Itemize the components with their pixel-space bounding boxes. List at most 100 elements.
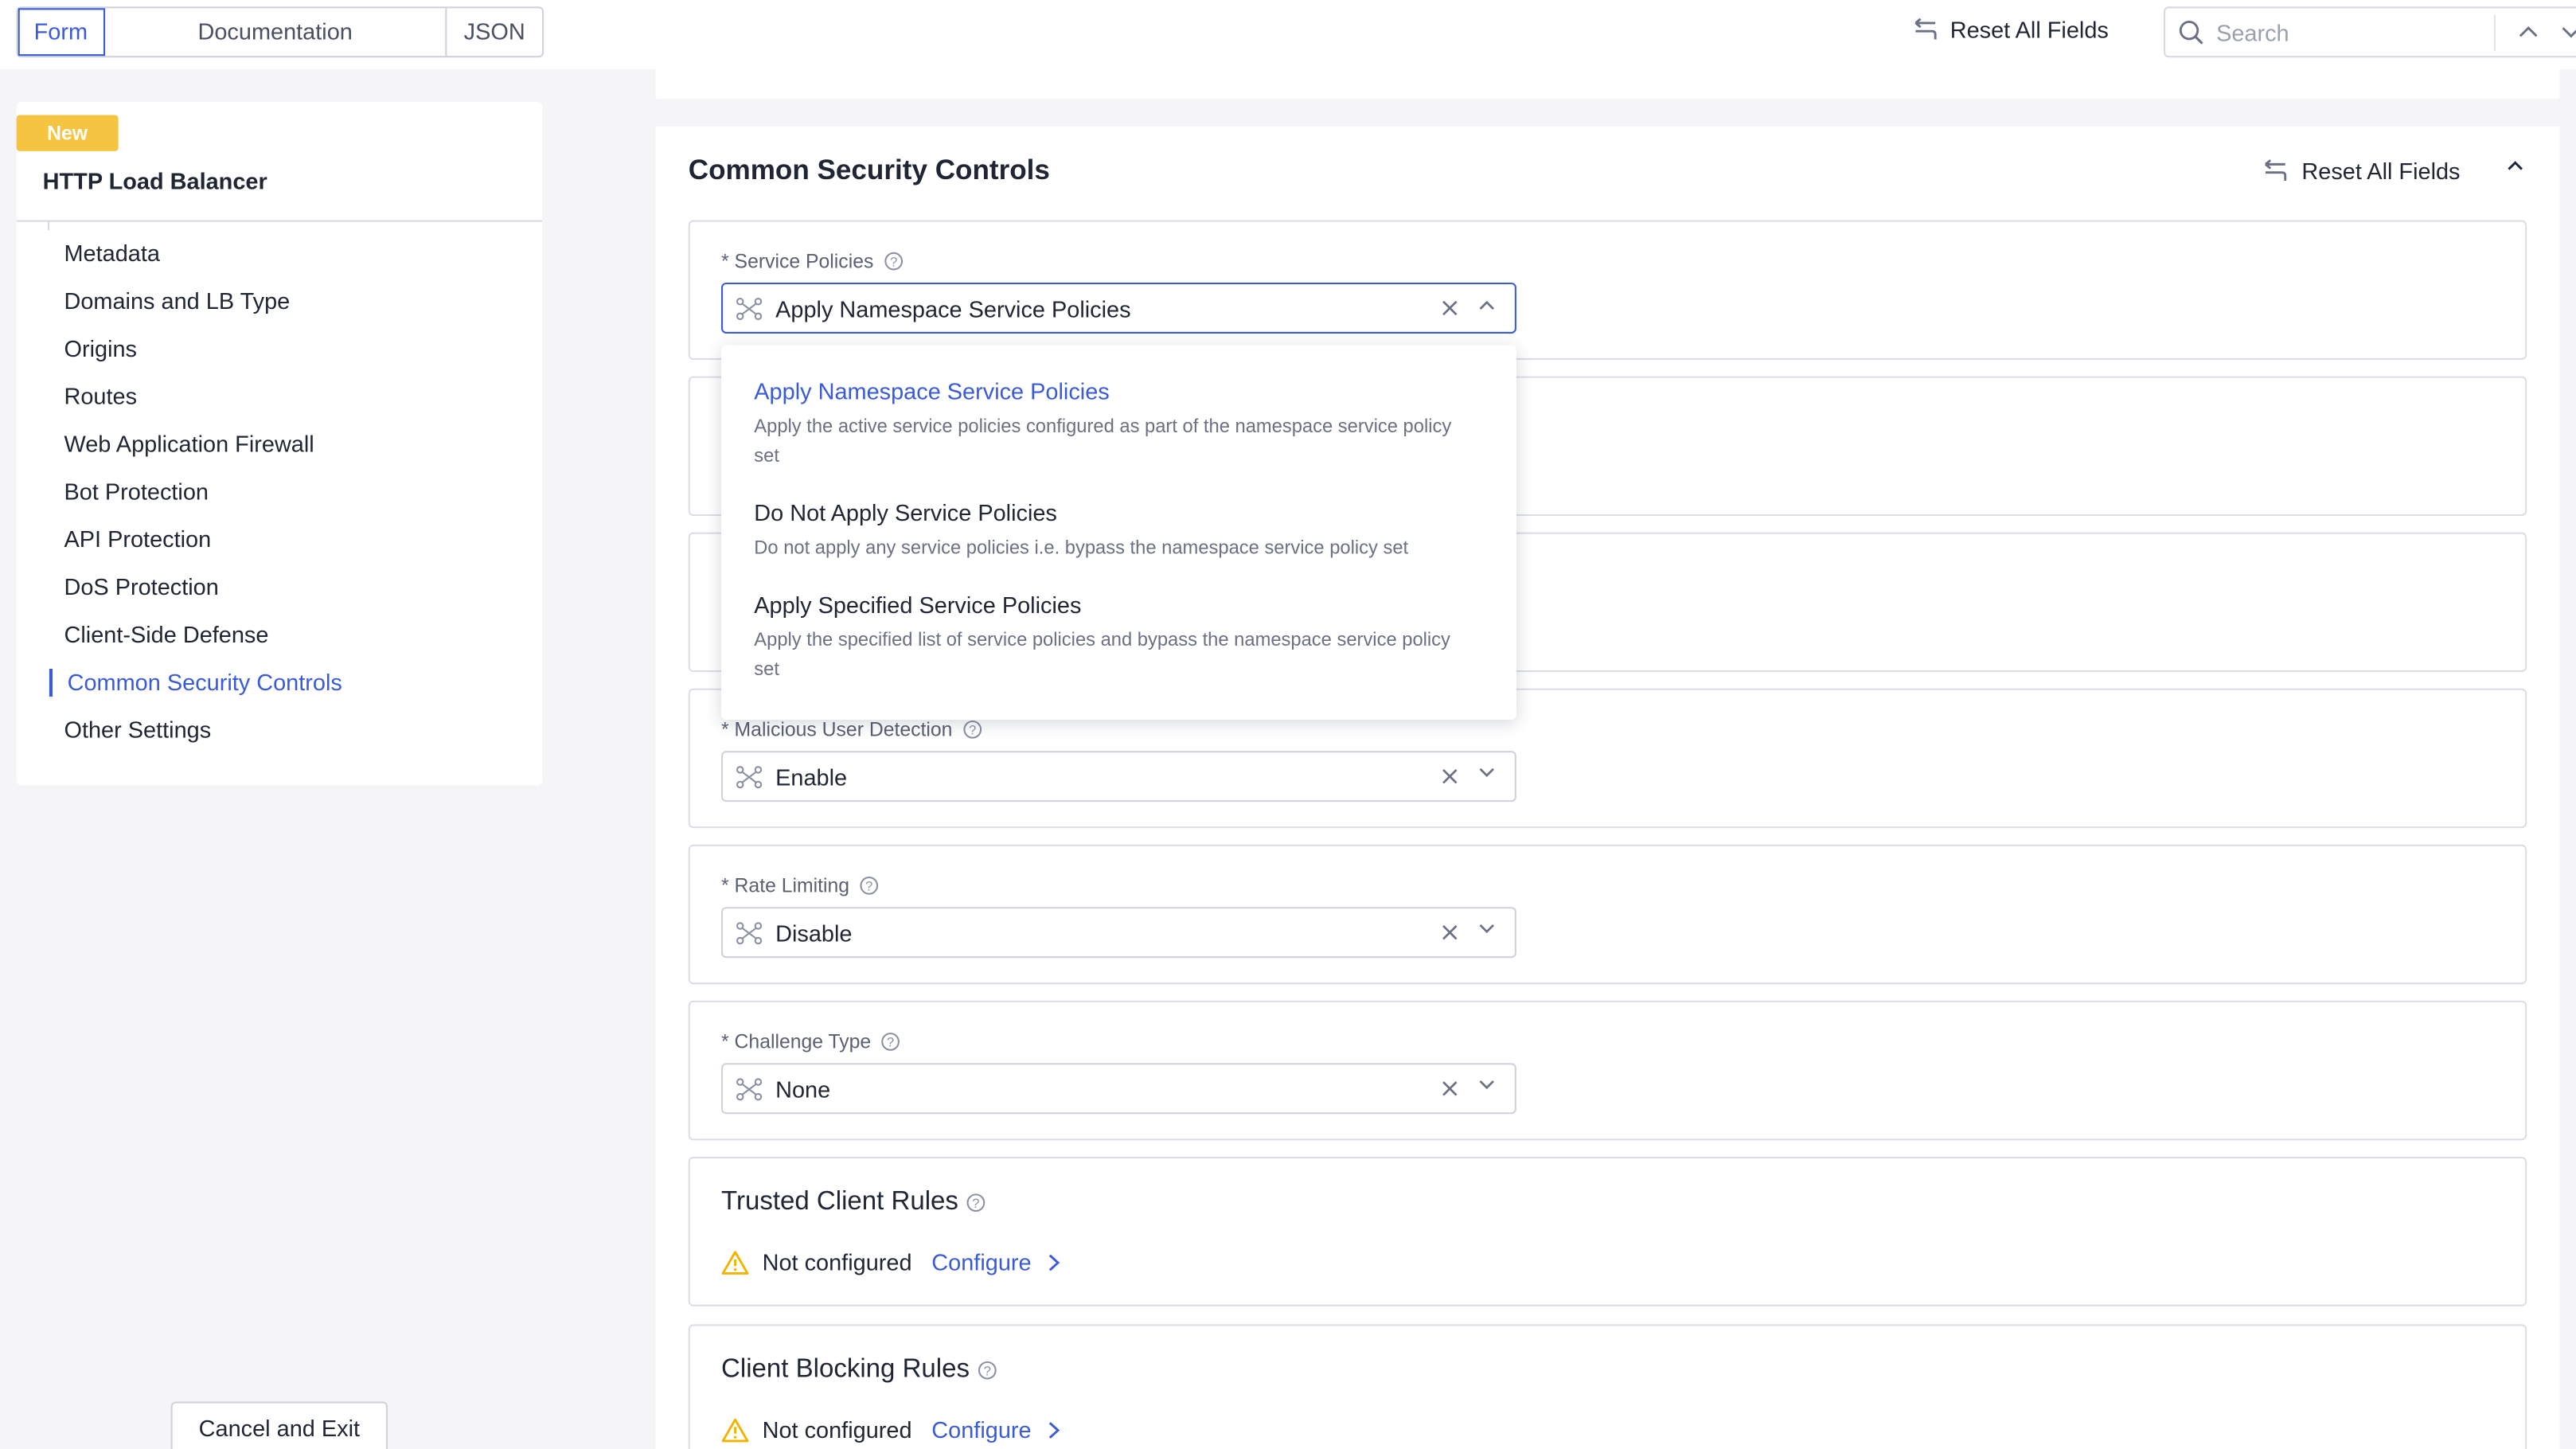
policy-icon: [736, 766, 763, 789]
malicious-user-detection-value: Enable: [775, 763, 848, 790]
trusted-client-rules-status-text: Not configured: [762, 1248, 912, 1275]
search-icon: [2179, 19, 2203, 44]
challenge-type-value: None: [775, 1075, 831, 1102]
dropdown-option-title: Apply Namespace Service Policies: [754, 377, 1110, 404]
new-badge: New: [16, 115, 119, 151]
policy-icon: [736, 1078, 763, 1101]
help-icon[interactable]: ?: [884, 252, 904, 271]
sidebar-divider: [16, 220, 543, 222]
svg-text:?: ?: [984, 1364, 991, 1378]
app-root: Form Documentation JSON Reset All Fields…: [0, 0, 2576, 1449]
sidebar-item-bot-protection[interactable]: Bot Protection: [17, 468, 542, 516]
sidebar-item-metadata[interactable]: Metadata: [17, 230, 542, 278]
clear-icon[interactable]: [1441, 767, 1459, 786]
trusted-client-rules-card: Trusted Client Rules ? Not configured Co…: [688, 1156, 2527, 1306]
rate-limiting-value: Disable: [775, 919, 853, 946]
clear-icon[interactable]: [1441, 299, 1459, 318]
challenge-type-label-row: * Challenge Type ?: [721, 1030, 900, 1053]
trusted-client-rules-title: Trusted Client Rules: [721, 1188, 958, 1217]
chevron-down-icon[interactable]: [1478, 767, 1495, 779]
help-icon[interactable]: ?: [881, 1032, 901, 1052]
sidebar-item-origins[interactable]: Origins: [17, 326, 542, 373]
trusted-client-rules-configure-label: Configure: [931, 1248, 1032, 1275]
help-icon[interactable]: ?: [859, 876, 879, 896]
reset-all-fields-label: Reset All Fields: [1950, 16, 2109, 43]
client-blocking-rules-card: Client Blocking Rules ? Not configured C…: [688, 1324, 2527, 1449]
client-blocking-rules-title-row: Client Blocking Rules ?: [721, 1356, 997, 1385]
section-reset-label: Reset All Fields: [2301, 158, 2461, 185]
tab-json[interactable]: JSON: [447, 8, 542, 56]
sidebar-nav: Metadata Domains and LB Type Origins Rou…: [17, 230, 542, 754]
sidebar-item-common-security-controls[interactable]: Common Security Controls: [17, 659, 542, 707]
sidebar-title: HTTP Load Balancer: [42, 167, 267, 194]
sidebar: New HTTP Load Balancer Metadata Domains …: [16, 101, 543, 786]
service-policies-label-row: * Service Policies ?: [721, 250, 904, 273]
client-blocking-rules-configure-link[interactable]: Configure: [931, 1416, 1060, 1443]
search-box: [2164, 6, 2576, 58]
svg-text:?: ?: [887, 1036, 894, 1050]
dropdown-option-title: Apply Specified Service Policies: [754, 591, 1082, 618]
dropdown-option-description: Apply the specified list of service poli…: [754, 631, 1450, 680]
tab-form[interactable]: Form: [18, 8, 106, 57]
common-security-controls-section: Common Security Controls Reset All Field…: [655, 126, 2560, 1449]
sidebar-item-routes[interactable]: Routes: [17, 373, 542, 420]
sidebar-item-client-side-defense[interactable]: Client-Side Defense: [17, 611, 542, 659]
chevron-down-icon[interactable]: [1478, 924, 1495, 935]
service-policies-select[interactable]: Apply Namespace Service Policies: [721, 282, 1516, 334]
client-blocking-rules-status: Not configured Configure: [721, 1416, 1060, 1443]
dropdown-option-description: Do not apply any service policies i.e. b…: [754, 538, 1409, 559]
chevron-up-icon[interactable]: [2507, 159, 2523, 170]
service-policies-card: * Service Policies ? Apply Namespace Ser…: [688, 220, 2527, 360]
svg-text:?: ?: [973, 1197, 980, 1211]
reset-all-fields-button[interactable]: Reset All Fields: [1911, 17, 2109, 43]
malicious-user-detection-select[interactable]: Enable: [721, 751, 1516, 803]
top-bar: Form Documentation JSON Reset All Fields: [0, 0, 2576, 69]
rate-limiting-select[interactable]: Disable: [721, 907, 1516, 959]
warning-icon: [721, 1250, 749, 1274]
help-icon[interactable]: ?: [978, 1361, 997, 1381]
tab-documentation[interactable]: Documentation: [105, 8, 447, 57]
dropdown-option[interactable]: Apply Namespace Service Policies Apply t…: [754, 378, 1477, 472]
trusted-client-rules-status: Not configured Configure: [721, 1248, 1060, 1275]
help-icon[interactable]: ?: [966, 1193, 986, 1213]
dropdown-option-title: Do Not Apply Service Policies: [754, 499, 1057, 526]
svg-text:?: ?: [865, 880, 872, 894]
clear-icon[interactable]: [1441, 924, 1459, 942]
client-blocking-rules-title: Client Blocking Rules: [721, 1355, 970, 1384]
search-input[interactable]: [2216, 18, 2480, 45]
chevron-down-icon[interactable]: [1478, 1080, 1495, 1091]
malicious-user-detection-label: Malicious User Detection: [734, 717, 953, 741]
policy-icon: [736, 297, 763, 321]
section-title: Common Security Controls: [688, 154, 1050, 186]
sidebar-item-other-settings[interactable]: Other Settings: [17, 706, 542, 754]
sidebar-divider-tick: [47, 220, 49, 230]
client-blocking-rules-status-text: Not configured: [762, 1416, 912, 1443]
sidebar-item-domains-and-lb-type[interactable]: Domains and LB Type: [17, 278, 542, 326]
challenge-type-card: * Challenge Type ? None: [688, 1000, 2527, 1141]
trusted-client-rules-configure-link[interactable]: Configure: [931, 1248, 1060, 1275]
service-policies-value: Apply Namespace Service Policies: [775, 295, 1131, 322]
chevron-up-icon[interactable]: [2519, 25, 2539, 38]
undo-icon: [2265, 159, 2287, 182]
dropdown-option[interactable]: Apply Specified Service Policies Apply t…: [754, 592, 1477, 685]
client-blocking-rules-configure-label: Configure: [931, 1416, 1032, 1443]
help-icon[interactable]: ?: [962, 720, 982, 740]
previous-section-edge: [655, 68, 2560, 99]
svg-text:?: ?: [890, 255, 897, 269]
rate-limiting-label-row: * Rate Limiting ?: [721, 874, 879, 897]
chevron-down-icon[interactable]: [2561, 26, 2576, 40]
challenge-type-select[interactable]: None: [721, 1063, 1516, 1115]
sidebar-item-web-application-firewall[interactable]: Web Application Firewall: [17, 420, 542, 468]
dropdown-option[interactable]: Do Not Apply Service Policies Do not app…: [754, 499, 1477, 564]
view-switcher: Form Documentation JSON: [16, 6, 544, 58]
sidebar-item-api-protection[interactable]: API Protection: [17, 516, 542, 564]
section-reset-button[interactable]: Reset All Fields: [2261, 158, 2461, 184]
clear-icon[interactable]: [1441, 1080, 1459, 1098]
rate-limiting-card: * Rate Limiting ? Disable: [688, 844, 2527, 985]
svg-text:?: ?: [969, 724, 976, 738]
cancel-and-exit-button[interactable]: Cancel and Exit: [170, 1401, 388, 1449]
warning-icon: [721, 1417, 749, 1442]
chevron-up-icon[interactable]: [1478, 299, 1495, 310]
service-policies-dropdown: Apply Namespace Service Policies Apply t…: [721, 345, 1516, 720]
sidebar-item-dos-protection[interactable]: DoS Protection: [17, 564, 542, 611]
